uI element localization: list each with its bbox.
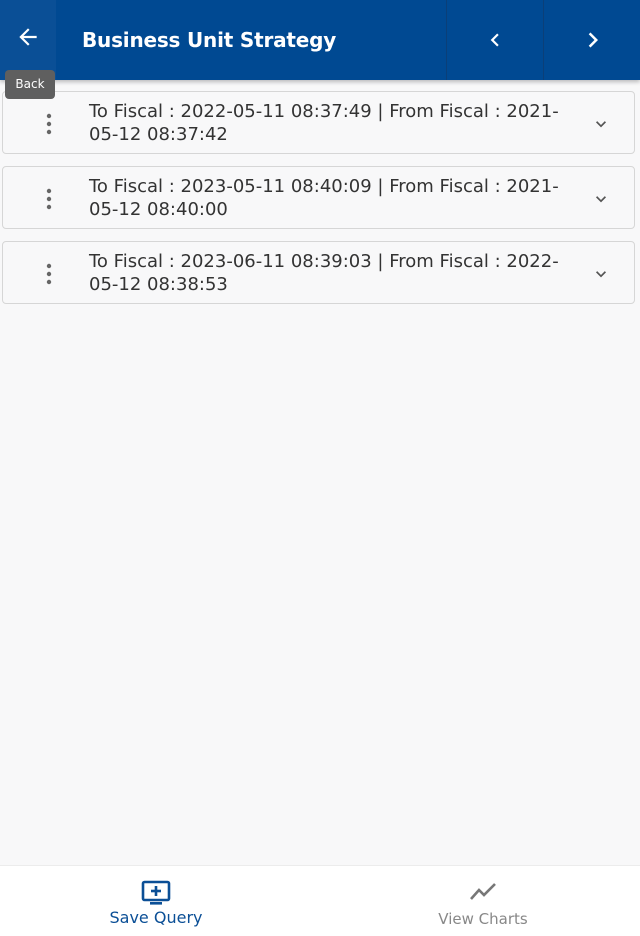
next-button[interactable] xyxy=(545,0,640,80)
save-query-label: Save Query xyxy=(109,908,203,927)
view-charts-label: View Charts xyxy=(438,910,528,928)
page-title: Business Unit Strategy xyxy=(82,28,337,52)
record-text: To Fiscal : 2023-05-11 08:40:09 | From F… xyxy=(89,176,559,220)
trending-chart-icon xyxy=(470,883,496,900)
save-query-button[interactable]: Save Query xyxy=(56,866,256,936)
record-text: To Fiscal : 2023-06-11 08:39:03 | From F… xyxy=(89,251,559,295)
chevron-down-icon[interactable] xyxy=(591,114,611,134)
back-tooltip: Back xyxy=(5,70,55,99)
record-card[interactable]: To Fiscal : 2022-05-11 08:37:49 | From F… xyxy=(2,91,635,154)
more-vert-icon[interactable] xyxy=(39,262,59,286)
more-vert-icon[interactable] xyxy=(39,112,59,136)
record-card[interactable]: To Fiscal : 2023-06-11 08:39:03 | From F… xyxy=(2,241,635,304)
record-card[interactable]: To Fiscal : 2023-05-11 08:40:09 | From F… xyxy=(2,166,635,229)
back-button[interactable] xyxy=(0,0,56,80)
arrow-left-icon xyxy=(19,28,37,46)
chevron-down-icon[interactable] xyxy=(591,189,611,209)
chevron-right-icon xyxy=(588,32,598,48)
record-text: To Fiscal : 2022-05-11 08:37:49 | From F… xyxy=(89,101,559,145)
previous-button[interactable] xyxy=(446,0,544,80)
chevron-down-icon[interactable] xyxy=(591,264,611,284)
app-header: Business Unit Strategy xyxy=(0,0,640,80)
add-to-queue-icon xyxy=(141,880,171,905)
view-charts-button[interactable]: View Charts xyxy=(383,866,583,936)
chevron-left-icon xyxy=(490,33,499,47)
more-vert-icon[interactable] xyxy=(39,187,59,211)
bottom-navigation: Save Query View Charts xyxy=(0,865,640,936)
